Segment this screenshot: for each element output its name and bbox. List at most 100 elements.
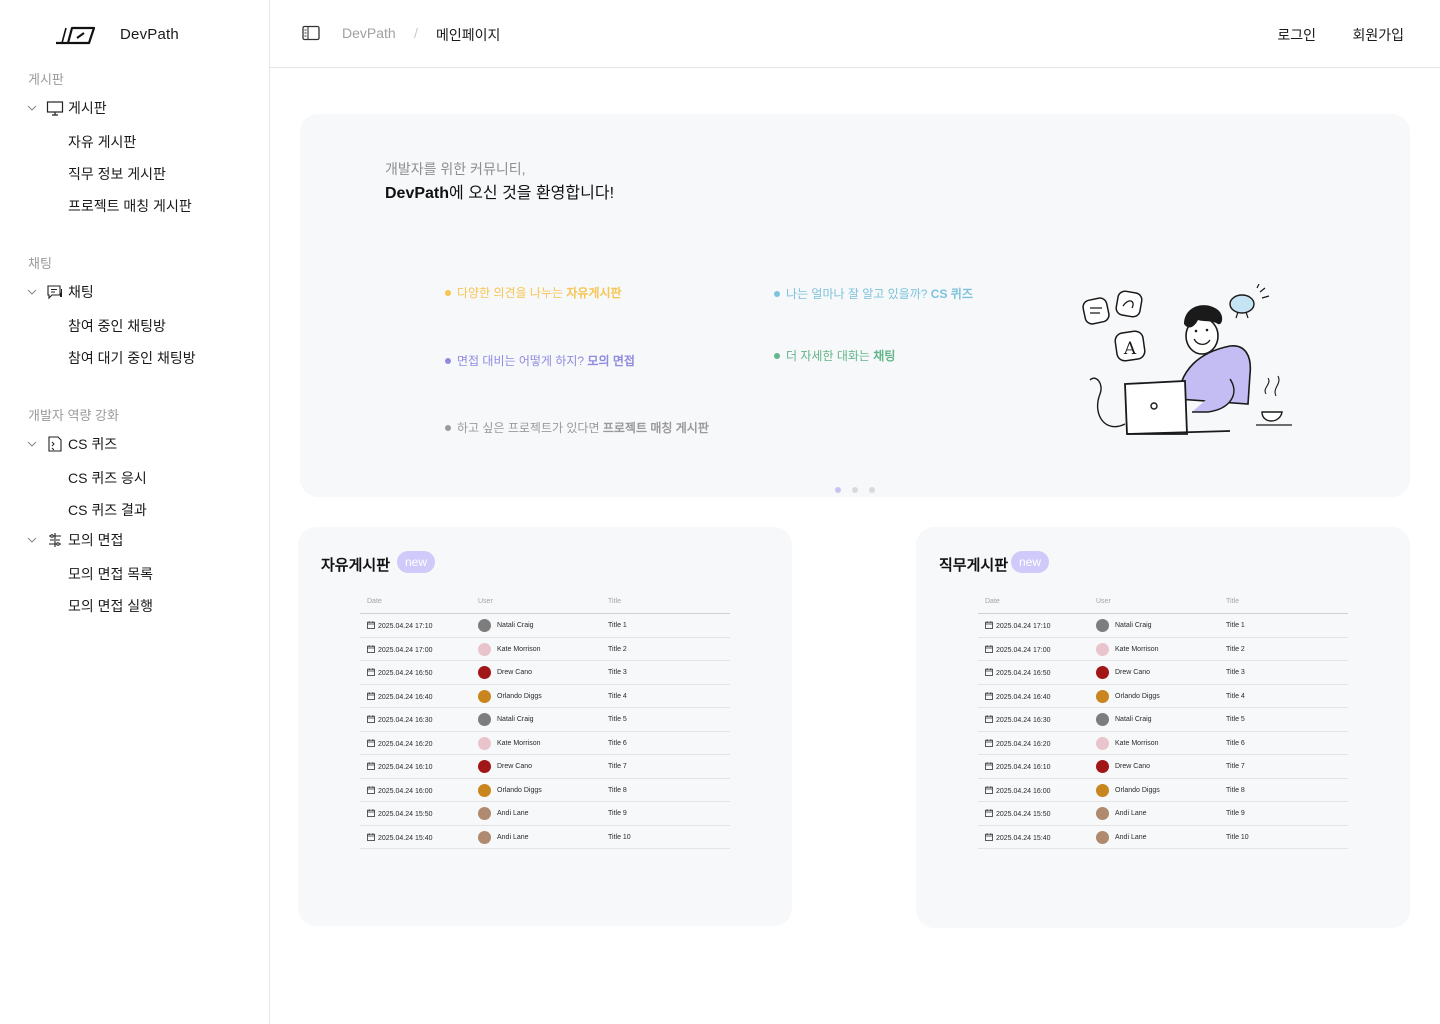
sidebar-group-chat[interactable]: 채팅 [26, 281, 94, 303]
row-date-text: 2025.04.24 16:30 [378, 716, 433, 724]
row-title[interactable]: Title 2 [1226, 646, 1245, 653]
row-title[interactable]: Title 5 [608, 716, 627, 723]
row-title[interactable]: Title 7 [608, 763, 627, 770]
card-title[interactable]: 직무게시판 [939, 554, 1008, 575]
calendar-icon [367, 809, 375, 817]
table-row[interactable]: 2025.04.24 17:10 Natali Craig Title 1 [360, 614, 730, 638]
sidebar-group-cs-quiz[interactable]: CS 퀴즈 [26, 433, 117, 455]
avatar [1096, 642, 1109, 656]
avatar [1096, 783, 1109, 797]
monitor-icon [46, 101, 64, 116]
row-user-name: Kate Morrison [1115, 645, 1159, 653]
row-user: Andi Lane [1096, 807, 1147, 820]
row-date: 2025.04.24 17:00 [367, 644, 433, 654]
avatar [478, 642, 491, 656]
row-user: Orlando Diggs [1096, 783, 1160, 797]
avatar [478, 783, 491, 797]
feature-text: 다양한 의견을 나누는 [457, 286, 567, 300]
table-row[interactable]: 2025.04.24 16:30 Natali Craig Title 5 [360, 708, 730, 732]
sidebar-toggle-icon[interactable] [302, 25, 320, 41]
pager-dot-1[interactable] [835, 487, 841, 493]
table-row[interactable]: 2025.04.24 16:00 Orlando Diggs Title 8 [978, 779, 1348, 802]
row-title[interactable]: Title 3 [1226, 669, 1245, 676]
sidebar-item-interview-list[interactable]: 모의 면접 목록 [68, 564, 153, 584]
column-header-title: Title [608, 598, 621, 605]
row-user-name: Drew Cano [1115, 763, 1151, 770]
row-title[interactable]: Title 6 [608, 740, 627, 747]
feature-highlight: 프로젝트 매칭 게시판 [602, 421, 709, 435]
row-title[interactable]: Title 3 [608, 669, 627, 676]
sidebar-item-job-board[interactable]: 직무 정보 게시판 [68, 164, 166, 184]
table-row[interactable]: 2025.04.24 15:40 Andi Lane Title 10 [978, 826, 1348, 849]
table-row[interactable]: 2025.04.24 17:00 Kate Morrison Title 2 [360, 638, 730, 661]
bullet-dot [445, 357, 451, 364]
row-title[interactable]: Title 8 [608, 787, 627, 794]
table-row[interactable]: 2025.04.24 17:10 Natali Craig Title 1 [978, 614, 1348, 638]
calendar-icon [985, 668, 993, 676]
table-row[interactable]: 2025.04.24 16:30 Natali Craig Title 5 [978, 708, 1348, 732]
row-user: Andi Lane [478, 830, 529, 844]
row-title[interactable]: Title 9 [1226, 810, 1245, 817]
hero-subtitle: 개발자를 위한 커뮤니티, [385, 161, 526, 177]
calendar-icon [367, 762, 375, 770]
row-date: 2025.04.24 17:10 [367, 621, 433, 630]
pager-dot-2[interactable] [852, 487, 858, 493]
feature-interview[interactable]: 면접 대비는 어떻게 하지? 모의 면접 [445, 352, 635, 369]
sidebar-item-joined-chats[interactable]: 참여 중인 채팅방 [68, 316, 166, 336]
sidebar-item-interview-run[interactable]: 모의 면접 실행 [68, 596, 153, 616]
table-row[interactable]: 2025.04.24 15:50 Andi Lane Title 9 [978, 802, 1348, 826]
row-user: Andi Lane [1096, 830, 1147, 844]
sidebar-item-cs-quiz-result[interactable]: CS 퀴즈 결과 [68, 500, 147, 520]
chevron-down-icon [27, 441, 37, 447]
row-date: 2025.04.24 16:20 [367, 738, 433, 748]
sidebar-item-free-board[interactable]: 자유 게시판 [68, 132, 136, 152]
table-row[interactable]: 2025.04.24 16:50 Drew Cano Title 3 [978, 661, 1348, 685]
table-row[interactable]: 2025.04.24 16:40 Orlando Diggs Title 4 [978, 685, 1348, 708]
feature-free-board[interactable]: 다양한 의견을 나누는 자유게시판 [445, 284, 622, 301]
table-row[interactable]: 2025.04.24 16:00 Orlando Diggs Title 8 [360, 779, 730, 802]
row-user-name: Natali Craig [1115, 622, 1152, 629]
bullet-dot [445, 289, 451, 296]
table-row[interactable]: 2025.04.24 16:20 Kate Morrison Title 6 [978, 732, 1348, 755]
row-title[interactable]: Title 7 [1226, 763, 1245, 770]
sidebar-item-cs-quiz-take[interactable]: CS 퀴즈 응시 [68, 468, 147, 488]
card-title[interactable]: 자유게시판 [321, 554, 390, 575]
brand-logo-link[interactable]: DevPath [54, 20, 179, 48]
sidebar-group-interview[interactable]: 모의 면접 [26, 529, 123, 551]
table-row[interactable]: 2025.04.24 15:40 Andi Lane Title 10 [360, 826, 730, 849]
row-title[interactable]: Title 4 [608, 693, 627, 700]
row-title[interactable]: Title 1 [1226, 622, 1245, 629]
row-title[interactable]: Title 9 [608, 810, 627, 817]
sidebar-group-board[interactable]: 게시판 [26, 97, 107, 119]
breadcrumb-root[interactable]: DevPath [342, 25, 396, 41]
row-title[interactable]: Title 5 [1226, 716, 1245, 723]
feature-project-board[interactable]: 하고 싶은 프로젝트가 있다면 프로젝트 매칭 게시판 [445, 419, 709, 436]
calendar-icon [985, 762, 993, 770]
row-user-name: Natali Craig [497, 716, 534, 723]
table-row[interactable]: 2025.04.24 16:20 Kate Morrison Title 6 [360, 732, 730, 755]
feature-chat[interactable]: 더 자세한 대화는 채팅 [774, 347, 895, 364]
row-title[interactable]: Title 10 [608, 834, 631, 841]
row-user-name: Drew Cano [1115, 669, 1151, 676]
row-title[interactable]: Title 2 [608, 646, 627, 653]
sidebar-item-project-board[interactable]: 프로젝트 매칭 게시판 [68, 196, 192, 216]
row-title[interactable]: Title 6 [1226, 740, 1245, 747]
table-row[interactable]: 2025.04.24 16:10 Drew Cano Title 7 [978, 755, 1348, 779]
row-title[interactable]: Title 10 [1226, 834, 1249, 841]
feature-cs-quiz[interactable]: 나는 얼마나 잘 알고 있을까? CS 퀴즈 [774, 285, 973, 302]
row-date: 2025.04.24 16:50 [985, 668, 1051, 677]
row-title[interactable]: Title 8 [1226, 787, 1245, 794]
table-row[interactable]: 2025.04.24 16:40 Orlando Diggs Title 4 [360, 685, 730, 708]
row-title[interactable]: Title 4 [1226, 693, 1245, 700]
table-row[interactable]: 2025.04.24 15:50 Andi Lane Title 9 [360, 802, 730, 826]
sidebar-item-pending-chats[interactable]: 참여 대기 중인 채팅방 [68, 348, 196, 368]
table-row[interactable]: 2025.04.24 17:00 Kate Morrison Title 2 [978, 638, 1348, 661]
table-header: Date User Title [978, 597, 1348, 614]
pager-dot-3[interactable] [869, 487, 875, 493]
signup-link[interactable]: 회원가입 [1352, 25, 1404, 45]
table-row[interactable]: 2025.04.24 16:10 Drew Cano Title 7 [360, 755, 730, 779]
table-row[interactable]: 2025.04.24 16:50 Drew Cano Title 3 [360, 661, 730, 685]
login-link[interactable]: 로그인 [1277, 25, 1316, 45]
row-date-text: 2025.04.24 16:50 [378, 669, 433, 677]
row-title[interactable]: Title 1 [608, 622, 627, 629]
